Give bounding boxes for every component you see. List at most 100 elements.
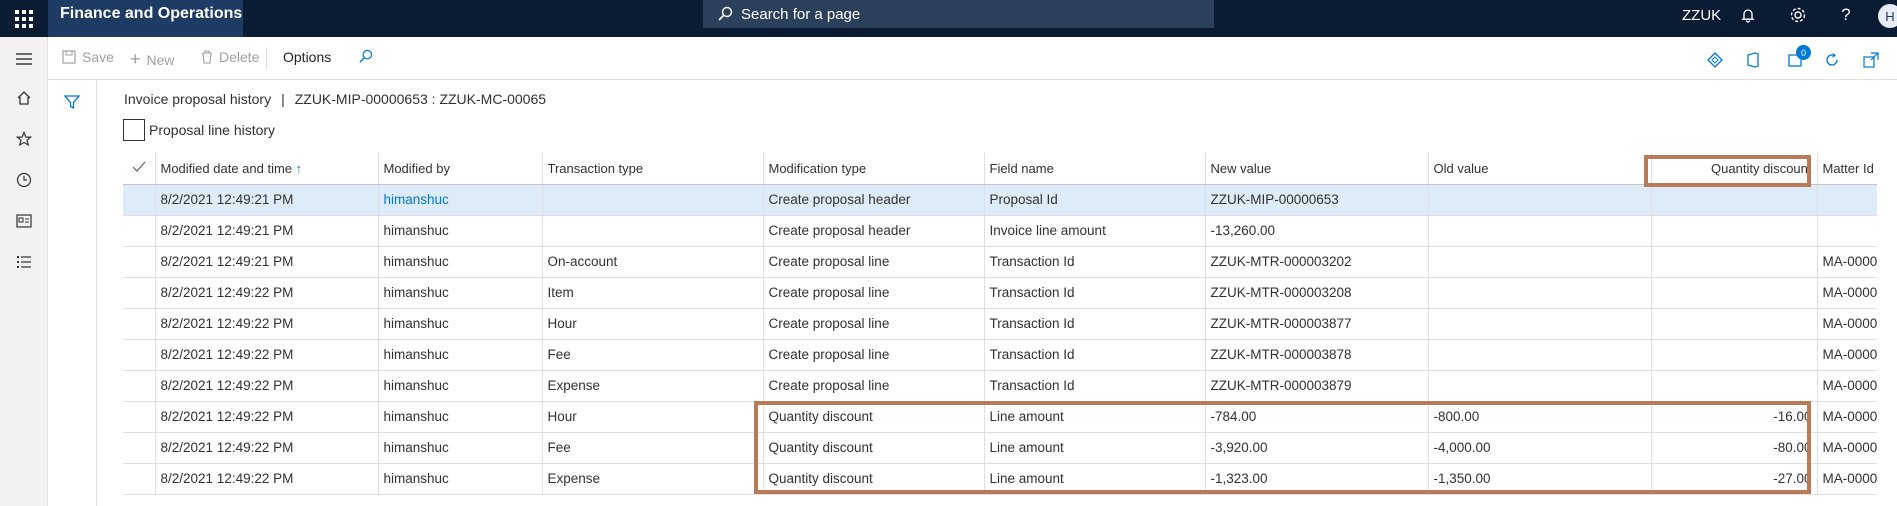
column-header-field-name[interactable]: Field name (984, 153, 1206, 185)
cell-modification-type[interactable]: Create proposal header (763, 215, 985, 247)
cell-modified-by[interactable]: himanshuc (378, 401, 543, 433)
cell-field-name[interactable]: Invoice line amount (984, 215, 1206, 247)
cell-field-name[interactable]: Line amount (984, 401, 1206, 433)
cell-matter-id[interactable] (1817, 215, 1878, 247)
cell-field-name[interactable]: Transaction Id (984, 308, 1206, 340)
cell-quantity-discount[interactable] (1651, 277, 1818, 309)
cell-transaction-type[interactable]: Fee (542, 339, 764, 371)
cell-modified-by[interactable]: himanshuc (378, 246, 543, 278)
cell-modified[interactable]: 8/2/2021 12:49:21 PM (155, 184, 379, 216)
column-header-modified-by[interactable]: Modified by (378, 153, 543, 185)
cell-modification-type[interactable]: Create proposal line (763, 308, 985, 340)
row-select-cell[interactable] (123, 339, 156, 371)
cell-field-name[interactable]: Proposal Id (984, 184, 1206, 216)
cell-new-value[interactable]: -13,260.00 (1205, 215, 1429, 247)
avatar[interactable]: H (1878, 4, 1897, 28)
cell-matter-id[interactable]: MA-00000 (1817, 401, 1878, 433)
cell-quantity-discount[interactable] (1651, 215, 1818, 247)
cell-old-value[interactable] (1428, 184, 1652, 216)
cell-matter-id[interactable]: MA-00000 (1817, 432, 1878, 464)
cell-modified[interactable]: 8/2/2021 12:49:22 PM (155, 277, 379, 309)
cell-new-value[interactable]: ZZUK-MTR-000003877 (1205, 308, 1429, 340)
cell-transaction-type[interactable]: Expense (542, 370, 764, 402)
cell-matter-id[interactable]: MA-00000 (1817, 339, 1878, 371)
cell-modified-by[interactable]: himanshuc (378, 277, 543, 309)
cell-new-value[interactable]: -3,920.00 (1205, 432, 1429, 464)
modules-list-icon[interactable] (12, 250, 36, 274)
cell-old-value[interactable]: -4,000.00 (1428, 432, 1652, 464)
cell-new-value[interactable]: ZZUK-MTR-000003879 (1205, 370, 1429, 402)
cell-transaction-type[interactable]: On-account (542, 246, 764, 278)
filter-icon[interactable] (63, 94, 81, 113)
cell-transaction-type[interactable]: Hour (542, 308, 764, 340)
cell-modified[interactable]: 8/2/2021 12:49:22 PM (155, 401, 379, 433)
cell-modification-type[interactable]: Quantity discount (763, 463, 985, 495)
cell-quantity-discount[interactable] (1651, 184, 1818, 216)
workspaces-icon[interactable] (12, 209, 36, 233)
cell-matter-id[interactable]: MA-00000 (1817, 246, 1878, 278)
cell-transaction-type[interactable] (542, 215, 764, 247)
cell-modified[interactable]: 8/2/2021 12:49:22 PM (155, 370, 379, 402)
cell-modified[interactable]: 8/2/2021 12:49:22 PM (155, 339, 379, 371)
help-icon[interactable]: ? (1826, 0, 1866, 30)
hamburger-menu-icon[interactable] (12, 47, 36, 71)
cell-modified-by[interactable]: himanshuc (378, 463, 543, 495)
cell-old-value[interactable] (1428, 215, 1652, 247)
cell-transaction-type[interactable]: Expense (542, 463, 764, 495)
cell-transaction-type[interactable]: Hour (542, 401, 764, 433)
office-icon[interactable] (1742, 49, 1764, 71)
cell-transaction-type[interactable]: Fee (542, 432, 764, 464)
cell-old-value[interactable]: -1,350.00 (1428, 463, 1652, 495)
cell-transaction-type[interactable]: Item (542, 277, 764, 309)
cell-modified-by[interactable]: himanshuc (378, 215, 543, 247)
cell-modification-type[interactable]: Quantity discount (763, 401, 985, 433)
cell-old-value[interactable] (1428, 370, 1652, 402)
cell-new-value[interactable]: -784.00 (1205, 401, 1429, 433)
cell-field-name[interactable]: Transaction Id (984, 246, 1206, 278)
row-select-cell[interactable] (123, 215, 156, 247)
search-action-icon[interactable] (358, 49, 373, 64)
table-row[interactable]: 8/2/2021 12:49:21 PM himanshuc On-account C… (123, 246, 1878, 278)
cell-matter-id[interactable]: MA-00000 (1817, 463, 1878, 495)
table-row[interactable]: 8/2/2021 12:49:22 PM himanshuc Item Create … (123, 277, 1878, 309)
cell-old-value[interactable] (1428, 308, 1652, 340)
table-row[interactable]: 8/2/2021 12:49:22 PM himanshuc Hour Quantit… (123, 401, 1878, 433)
cell-modified[interactable]: 8/2/2021 12:49:22 PM (155, 308, 379, 340)
cell-quantity-discount[interactable] (1651, 339, 1818, 371)
cell-old-value[interactable] (1428, 277, 1652, 309)
table-row[interactable]: 8/2/2021 12:49:21 PM himanshuc Create prop… (123, 215, 1878, 247)
select-all-checkmark-icon[interactable] (123, 153, 156, 185)
cell-field-name[interactable]: Line amount (984, 463, 1206, 495)
cell-quantity-discount[interactable] (1651, 246, 1818, 278)
messages-icon[interactable]: 0 (1784, 45, 1811, 71)
gear-icon[interactable] (1778, 0, 1818, 30)
cell-new-value[interactable]: ZZUK-MTR-000003202 (1205, 246, 1429, 278)
column-header-old-value[interactable]: Old value (1428, 153, 1652, 185)
grid-scrollbar[interactable] (1877, 153, 1897, 506)
cell-quantity-discount[interactable]: -16.00 (1651, 401, 1818, 433)
options-button[interactable]: Options (283, 49, 331, 65)
cell-field-name[interactable]: Transaction Id (984, 370, 1206, 402)
cell-old-value[interactable] (1428, 246, 1652, 278)
cell-modification-type[interactable]: Quantity discount (763, 432, 985, 464)
cell-modified[interactable]: 8/2/2021 12:49:22 PM (155, 432, 379, 464)
cell-modified-by[interactable]: himanshuc (378, 370, 543, 402)
cell-matter-id[interactable]: MA-00000 (1817, 308, 1878, 340)
proposal-line-history-toggle[interactable]: Proposal line history (123, 119, 275, 141)
cell-modified-by[interactable]: himanshuc (378, 432, 543, 464)
row-select-cell[interactable] (123, 246, 156, 278)
cell-modified-by[interactable]: himanshuc (378, 339, 543, 371)
column-header-modified[interactable]: Modified date and time ↑ (155, 153, 379, 185)
cell-modification-type[interactable]: Create proposal line (763, 277, 985, 309)
cell-new-value[interactable]: -1,323.00 (1205, 463, 1429, 495)
column-header-transaction-type[interactable]: Transaction type (542, 153, 764, 185)
cell-modified[interactable]: 8/2/2021 12:49:21 PM (155, 215, 379, 247)
delete-button[interactable]: Delete (201, 49, 259, 65)
column-header-modification-type[interactable]: Modification type (763, 153, 985, 185)
cell-modified[interactable]: 8/2/2021 12:49:22 PM (155, 463, 379, 495)
save-button[interactable]: Save (62, 49, 114, 65)
star-favorites-icon[interactable] (12, 127, 36, 151)
cell-matter-id[interactable] (1817, 184, 1878, 216)
cell-quantity-discount[interactable]: -27.00 (1651, 463, 1818, 495)
table-row[interactable]: 8/2/2021 12:49:22 PM himanshuc Hour Create … (123, 308, 1878, 340)
